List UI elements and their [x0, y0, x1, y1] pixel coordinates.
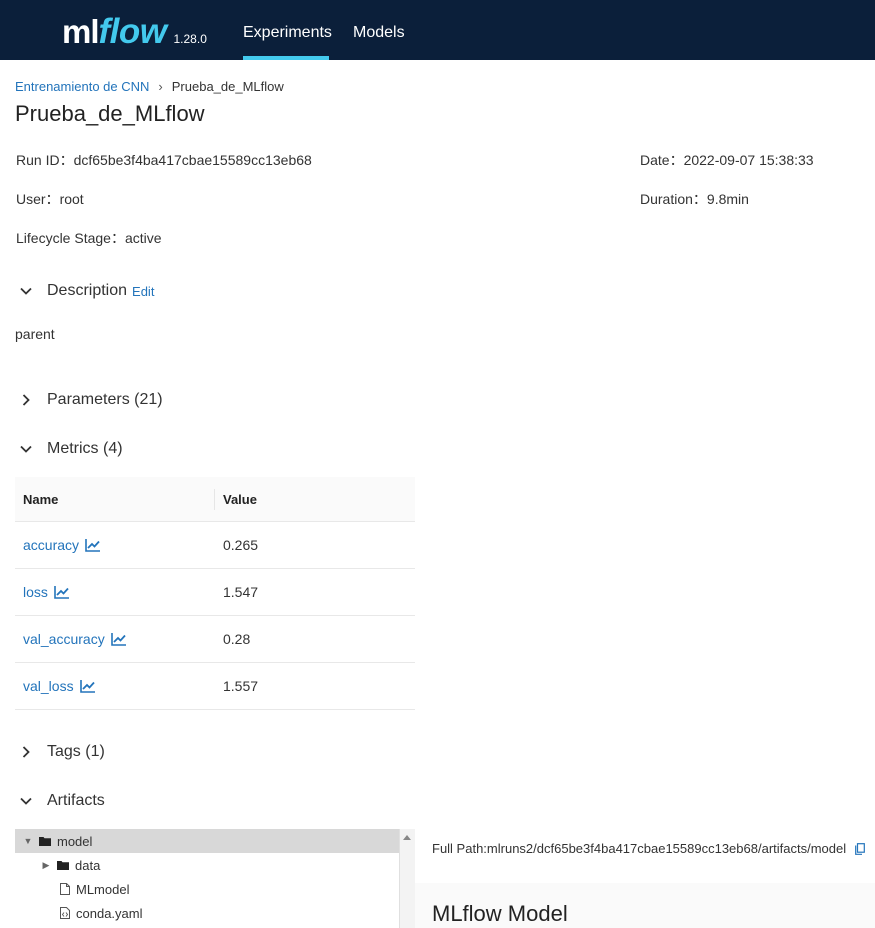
chevron-down-icon — [20, 445, 32, 453]
folder-icon — [57, 861, 69, 870]
metric-link-val-accuracy[interactable]: val_accuracy — [23, 631, 105, 647]
tree-item-label: MLmodel — [76, 881, 130, 897]
duration-field: Duration：9.8min — [640, 189, 749, 209]
version-label: 1.28.0 — [173, 32, 207, 46]
metric-value: 1.547 — [223, 584, 259, 600]
tree-item-label: conda.yaml — [76, 905, 143, 921]
line-chart-icon[interactable] — [54, 585, 70, 599]
tags-label: Tags (1) — [47, 743, 105, 760]
logo-flow-text: flow — [98, 12, 167, 51]
top-nav-bar: ml flow 1.28.0 Experiments Models — [0, 0, 875, 60]
mlflow-logo[interactable]: ml flow 1.28.0 — [62, 10, 207, 50]
nav-experiments[interactable]: Experiments — [243, 0, 332, 60]
tree-item-data[interactable]: ▶ data — [15, 853, 399, 877]
description-section-header[interactable]: Description Edit — [19, 282, 154, 300]
metric-name-cell: val_loss — [15, 663, 215, 709]
expand-triangle-down-icon[interactable]: ▼ — [23, 836, 33, 846]
metric-name-cell: val_accuracy — [15, 616, 215, 662]
copy-icon[interactable] — [854, 843, 865, 855]
metric-link-loss[interactable]: loss — [23, 584, 48, 600]
metrics-table-header: Name Value — [15, 477, 415, 522]
date-field: Date：2022-09-07 15:38:33 — [640, 150, 814, 170]
user-field: User：root — [16, 189, 84, 209]
metric-value: 1.557 — [223, 678, 259, 694]
metrics-label: Metrics (4) — [47, 440, 123, 457]
run-id-value: dcf65be3f4ba417cbae15589cc13eb68 — [73, 152, 312, 168]
tree-item-label: data — [75, 857, 101, 873]
duration-label: Duration： — [640, 191, 707, 207]
chevron-right-icon — [22, 746, 30, 758]
artifact-preview-panel: Full Path:mlruns2/dcf65be3f4ba417cbae155… — [415, 829, 875, 928]
user-value: root — [59, 191, 84, 207]
line-chart-icon[interactable] — [110, 632, 127, 646]
column-header-value[interactable]: Value — [215, 477, 257, 521]
date-value: 2022-09-07 15:38:33 — [683, 152, 814, 168]
artifacts-label: Artifacts — [47, 792, 105, 809]
breadcrumb-current: Prueba_de_MLflow — [171, 79, 284, 94]
metric-value: 0.265 — [223, 537, 259, 553]
breadcrumb: Entrenamiento de CNN › Prueba_de_MLflow — [15, 79, 284, 94]
tree-item-model[interactable]: ▼ model — [15, 829, 399, 853]
parameters-label: Parameters (21) — [47, 391, 163, 408]
expand-triangle-right-icon[interactable]: ▶ — [41, 860, 51, 871]
line-chart-icon[interactable] — [85, 538, 101, 552]
full-path-value: mlruns2/dcf65be3f4ba417cbae15589cc13eb68… — [486, 841, 847, 856]
duration-value: 9.8min — [706, 191, 749, 207]
run-id-field: Run ID：dcf65be3f4ba417cbae15589cc13eb68 — [16, 150, 312, 170]
metric-value: 0.28 — [223, 631, 251, 647]
full-path-label: Full Path: — [432, 841, 487, 856]
chevron-down-icon — [20, 287, 32, 295]
description-edit-link[interactable]: Edit — [132, 284, 154, 299]
line-chart-icon[interactable] — [79, 679, 96, 693]
scroll-up-arrow-icon[interactable] — [403, 835, 411, 840]
table-row: loss 1.547 — [15, 569, 415, 616]
tree-item-mlmodel[interactable]: MLmodel — [15, 877, 399, 901]
metric-link-val-loss[interactable]: val_loss — [23, 678, 74, 694]
artifact-tree: ▼ model ▶ data MLmodel conda.yaml — [15, 829, 400, 928]
logo-ml-text: ml — [62, 13, 100, 50]
code-file-icon — [60, 907, 70, 919]
chevron-down-icon — [20, 797, 32, 805]
metric-name-cell: loss — [15, 569, 215, 615]
date-label: Date： — [640, 152, 684, 168]
column-header-name[interactable]: Name — [15, 477, 215, 521]
metric-link-accuracy[interactable]: accuracy — [23, 537, 79, 553]
artifacts-section-header[interactable]: Artifacts — [19, 792, 105, 810]
chevron-right-icon — [22, 394, 30, 406]
tree-item-label: model — [57, 833, 93, 849]
table-row: accuracy 0.265 — [15, 522, 415, 569]
mlflow-model-title: MLflow Model — [432, 901, 568, 926]
nav-models[interactable]: Models — [353, 0, 405, 60]
description-text: parent — [15, 326, 55, 342]
folder-icon — [39, 837, 51, 846]
parameters-section-header[interactable]: Parameters (21) — [19, 391, 163, 409]
lifecycle-label: Lifecycle Stage： — [16, 230, 125, 246]
tree-item-conda-yaml[interactable]: conda.yaml — [15, 901, 399, 925]
page-title: Prueba_de_MLflow — [15, 101, 205, 126]
breadcrumb-separator: › — [158, 79, 163, 94]
table-row: val_loss 1.557 — [15, 663, 415, 710]
run-id-label: Run ID： — [16, 152, 74, 168]
artifact-tree-scrollbar[interactable] — [400, 829, 415, 928]
user-label: User： — [16, 191, 60, 207]
file-icon — [60, 883, 70, 895]
metrics-section-header[interactable]: Metrics (4) — [19, 440, 123, 458]
table-row: val_accuracy 0.28 — [15, 616, 415, 663]
metric-name-cell: accuracy — [15, 522, 215, 568]
tags-section-header[interactable]: Tags (1) — [19, 743, 105, 761]
lifecycle-value: active — [124, 230, 162, 246]
full-path: Full Path:mlruns2/dcf65be3f4ba417cbae155… — [432, 841, 865, 856]
lifecycle-field: Lifecycle Stage：active — [16, 228, 162, 248]
metrics-table: Name Value accuracy 0.265 loss 1.547 val… — [15, 477, 415, 710]
breadcrumb-experiment-link[interactable]: Entrenamiento de CNN — [15, 79, 149, 94]
description-label: Description — [47, 282, 128, 299]
